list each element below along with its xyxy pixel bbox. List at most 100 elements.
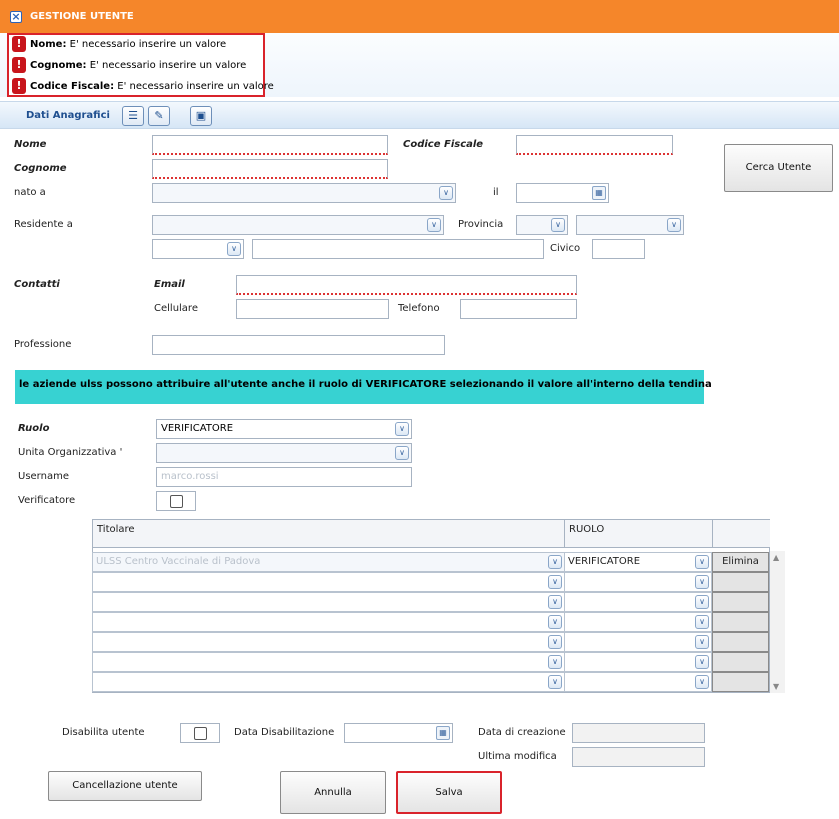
edit-icon[interactable]: ✎ xyxy=(148,106,170,126)
indirizzo-tipo-select[interactable]: ∨ xyxy=(152,239,244,259)
error-icon: ! xyxy=(12,78,26,94)
civico-input[interactable] xyxy=(592,239,645,259)
grid-titolare-select[interactable]: ∨ xyxy=(92,612,565,632)
chevron-down-icon[interactable]: ∨ xyxy=(227,242,241,256)
list-icon[interactable]: ☰ xyxy=(122,106,144,126)
column-header-titolare[interactable]: Titolare xyxy=(93,520,565,548)
data-disabilitazione-input[interactable]: ▦ xyxy=(344,723,453,743)
cellulare-input[interactable] xyxy=(236,299,389,319)
telefono-input[interactable] xyxy=(460,299,577,319)
comune-select[interactable]: ∨ xyxy=(576,215,684,235)
error-field: Cognome: xyxy=(30,60,87,71)
chevron-down-icon[interactable]: ∨ xyxy=(548,595,562,609)
chevron-down-icon[interactable]: ∨ xyxy=(695,635,709,649)
chevron-down-icon[interactable]: ∨ xyxy=(695,595,709,609)
calendar-icon[interactable]: ▦ xyxy=(592,186,606,200)
section-header: Dati Anagrafici ☰ ✎ ▣ xyxy=(0,101,839,129)
calendar-icon[interactable]: ▦ xyxy=(436,726,450,740)
chevron-down-icon[interactable]: ∨ xyxy=(439,186,453,200)
verificatore-checkbox[interactable] xyxy=(156,491,196,511)
grid-ruolo-select[interactable]: ∨ xyxy=(564,612,712,632)
chevron-down-icon[interactable]: ∨ xyxy=(548,655,562,669)
chevron-down-icon[interactable]: ∨ xyxy=(551,218,565,232)
grid-titolare-select[interactable]: ∨ xyxy=(92,652,565,672)
chevron-down-icon[interactable]: ∨ xyxy=(548,575,562,589)
cognome-input[interactable] xyxy=(152,159,388,179)
chevron-down-icon[interactable]: ∨ xyxy=(695,675,709,689)
error-list: ! Nome: E' necessario inserire un valore … xyxy=(7,33,274,97)
error-message: E' necessario inserire un valore xyxy=(114,81,274,92)
provincia-label: Provincia xyxy=(458,219,504,230)
professione-input[interactable] xyxy=(152,335,445,355)
grid-elimina-button[interactable]: Elimina xyxy=(712,552,769,572)
grid-ruolo-select[interactable]: ∨ xyxy=(564,592,712,612)
grid-elimina-button[interactable] xyxy=(712,592,769,612)
chevron-down-icon[interactable]: ∨ xyxy=(695,655,709,669)
email-label: Email xyxy=(154,279,185,290)
grid-titolare-select[interactable]: ULSS Centro Vaccinale di Padova ∨ xyxy=(92,552,565,572)
chevron-down-icon[interactable]: ∨ xyxy=(695,615,709,629)
grid-titolare-select[interactable]: ∨ xyxy=(92,632,565,652)
indirizzo-input[interactable] xyxy=(252,239,544,259)
grid-ruolo-select[interactable]: VERIFICATORE ∨ xyxy=(564,552,712,572)
data-creazione-field xyxy=(572,723,705,743)
column-header-ruolo[interactable]: RUOLO xyxy=(565,520,713,548)
nato-a-select[interactable]: ∨ xyxy=(152,183,456,203)
data-nascita-input[interactable]: ▦ xyxy=(516,183,609,203)
email-input[interactable] xyxy=(236,275,577,295)
annulla-button[interactable]: Annulla xyxy=(280,771,386,814)
codice-fiscale-label: Codice Fiscale xyxy=(403,139,484,150)
chevron-down-icon[interactable]: ∨ xyxy=(395,446,409,460)
unita-organizzativa-label: Unita Organizzativa ' xyxy=(18,447,123,458)
close-icon[interactable]: × xyxy=(10,11,22,23)
save-icon[interactable]: ▣ xyxy=(190,106,212,126)
ruolo-select[interactable]: VERIFICATORE ∨ xyxy=(156,419,412,439)
unita-organizzativa-select[interactable]: ∨ xyxy=(156,443,412,463)
error-message: E' necessario inserire un valore xyxy=(66,39,227,50)
nome-label: Nome xyxy=(14,139,47,150)
grid-elimina-button[interactable] xyxy=(712,612,769,632)
grid-scrollbar[interactable]: ▲ ▼ xyxy=(770,551,785,693)
checkbox-box[interactable] xyxy=(170,495,183,508)
grid-titolare-select[interactable]: ∨ xyxy=(92,672,565,692)
username-input[interactable]: marco.rossi xyxy=(156,467,412,487)
chevron-down-icon[interactable]: ∨ xyxy=(427,218,441,232)
provincia-select[interactable]: ∨ xyxy=(516,215,568,235)
chevron-down-icon[interactable]: ∨ xyxy=(667,218,681,232)
nome-input[interactable] xyxy=(152,135,388,155)
error-icon: ! xyxy=(12,57,26,73)
salva-button[interactable]: Salva xyxy=(396,771,502,814)
cerca-utente-button[interactable]: Cerca Utente xyxy=(724,144,833,192)
chevron-down-icon[interactable]: ∨ xyxy=(395,422,409,436)
scroll-down-icon[interactable]: ▼ xyxy=(773,682,779,691)
chevron-down-icon[interactable]: ∨ xyxy=(695,555,709,569)
disabilita-utente-checkbox[interactable] xyxy=(180,723,220,743)
grid-ruolo-select[interactable]: ∨ xyxy=(564,632,712,652)
chevron-down-icon[interactable]: ∨ xyxy=(695,575,709,589)
checkbox-box[interactable] xyxy=(194,727,207,740)
chevron-down-icon[interactable]: ∨ xyxy=(548,555,562,569)
error-icon: ! xyxy=(12,36,26,52)
chevron-down-icon[interactable]: ∨ xyxy=(548,615,562,629)
username-label: Username xyxy=(18,471,69,482)
grid-ruolo-select[interactable]: ∨ xyxy=(564,652,712,672)
scroll-up-icon[interactable]: ▲ xyxy=(773,553,779,562)
codice-fiscale-input[interactable] xyxy=(516,135,673,155)
grid-elimina-button[interactable] xyxy=(712,632,769,652)
residente-a-label: Residente a xyxy=(14,219,73,230)
grid-ruolo-select[interactable]: ∨ xyxy=(564,672,712,692)
error-item: ! Codice Fiscale: E' necessario inserire … xyxy=(12,77,274,97)
residente-a-select[interactable]: ∨ xyxy=(152,215,444,235)
grid-elimina-button[interactable] xyxy=(712,672,769,692)
grid-elimina-button[interactable] xyxy=(712,652,769,672)
grid-ruolo-select[interactable]: ∨ xyxy=(564,572,712,592)
grid-titolare-select[interactable]: ∨ xyxy=(92,592,565,612)
chevron-down-icon[interactable]: ∨ xyxy=(548,675,562,689)
il-label: il xyxy=(493,187,499,198)
ruolo-label: Ruolo xyxy=(18,423,50,434)
cancellazione-utente-button[interactable]: Cancellazione utente xyxy=(48,771,202,801)
section-title: Dati Anagrafici xyxy=(26,110,110,121)
grid-titolare-select[interactable]: ∨ xyxy=(92,572,565,592)
grid-elimina-button[interactable] xyxy=(712,572,769,592)
chevron-down-icon[interactable]: ∨ xyxy=(548,635,562,649)
